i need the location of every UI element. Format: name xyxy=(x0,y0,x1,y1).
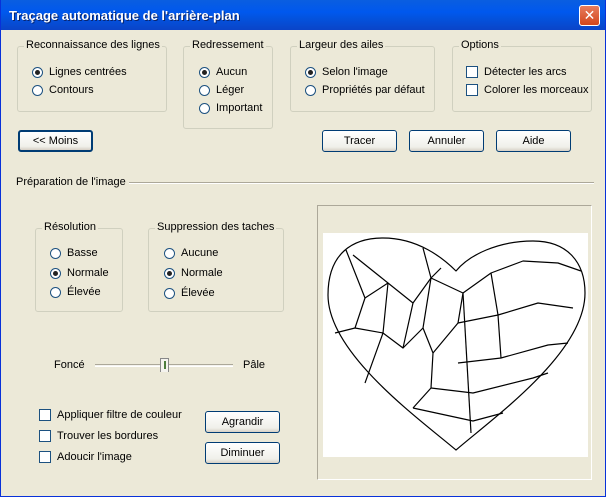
radio-indicator xyxy=(164,247,175,259)
radio-indicator xyxy=(50,267,61,279)
radio-label: Important xyxy=(216,102,263,114)
radio-spots-normal[interactable]: Normale xyxy=(164,267,223,279)
section-divider xyxy=(129,182,594,184)
checkbox-indicator xyxy=(39,430,51,442)
radio-label: Élevée xyxy=(181,287,215,299)
close-button[interactable]: ✕ xyxy=(579,5,600,26)
less-button[interactable]: << Moins xyxy=(18,130,93,152)
radio-res-high[interactable]: Élevée xyxy=(50,286,101,298)
resolution-legend: Résolution xyxy=(42,221,98,233)
preview-canvas xyxy=(323,233,588,457)
radio-indicator xyxy=(199,84,210,96)
enlarge-button[interactable]: Agrandir xyxy=(205,411,280,433)
wing-width-group: Largeur des ailes Selon l'image Propriét… xyxy=(290,39,435,112)
radio-indicator xyxy=(50,286,61,298)
darkness-slider-thumb[interactable] xyxy=(160,358,169,372)
heart-segment xyxy=(412,407,504,422)
radio-label: Basse xyxy=(67,247,98,259)
checkbox-indicator xyxy=(466,84,478,96)
checkbox-color-filter[interactable]: Appliquer filtre de couleur xyxy=(39,409,182,421)
checkbox-indicator xyxy=(39,451,51,463)
checkbox-smooth-image[interactable]: Adoucir l'image xyxy=(39,451,132,463)
resolution-group: Résolution Basse Normale Élevée xyxy=(35,221,123,312)
radio-indicator xyxy=(164,267,175,279)
heart-segment xyxy=(457,302,574,324)
heart-segment xyxy=(354,327,384,384)
recognition-group: Reconnaissance des lignes Lignes centrée… xyxy=(17,39,167,112)
heart-outline xyxy=(327,237,586,451)
radio-label: Lignes centrées xyxy=(49,66,127,78)
spot-removal-legend: Suppression des taches xyxy=(155,221,277,233)
radio-label: Aucune xyxy=(181,247,219,259)
radio-indicator xyxy=(305,66,316,78)
trace-dialog: Traçage automatique de l'arrière-plan ✕ … xyxy=(0,0,606,497)
checkbox-color-pieces[interactable]: Colorer les morceaux xyxy=(466,84,589,96)
heart-segment xyxy=(382,282,414,349)
checkbox-indicator xyxy=(466,66,478,78)
checkbox-label: Détecter les arcs xyxy=(484,66,567,78)
heart-segment xyxy=(462,292,472,434)
radio-indicator xyxy=(199,102,210,114)
radio-light[interactable]: Léger xyxy=(199,84,244,96)
checkbox-label: Appliquer filtre de couleur xyxy=(57,409,182,421)
radio-label: Selon l'image xyxy=(322,66,388,78)
heart-segment xyxy=(430,372,549,394)
radio-label: Normale xyxy=(181,267,223,279)
heart-segment xyxy=(430,267,442,279)
checkbox-label: Colorer les morceaux xyxy=(484,84,589,96)
radio-indicator xyxy=(50,247,61,259)
radio-indicator xyxy=(32,66,43,78)
recognition-legend: Reconnaissance des lignes xyxy=(24,39,162,51)
window-title: Traçage automatique de l'arrière-plan xyxy=(9,8,240,23)
radio-default-properties[interactable]: Propriétés par défaut xyxy=(305,84,425,96)
slider-max-label: Pâle xyxy=(243,359,266,371)
checkbox-find-edges[interactable]: Trouver les bordures xyxy=(39,430,158,442)
checkbox-indicator xyxy=(39,409,51,421)
radio-res-low[interactable]: Basse xyxy=(50,247,98,259)
radio-per-image[interactable]: Selon l'image xyxy=(305,66,388,78)
radio-indicator xyxy=(164,287,175,299)
spot-removal-group: Suppression des taches Aucune Normale Él… xyxy=(148,221,284,312)
heart-segment xyxy=(457,342,569,364)
cancel-button[interactable]: Annuler xyxy=(409,130,484,152)
checkbox-detect-arcs[interactable]: Détecter les arcs xyxy=(466,66,567,78)
heart-segment xyxy=(352,254,389,299)
radio-indicator xyxy=(305,84,316,96)
checkbox-label: Adoucir l'image xyxy=(57,451,132,463)
radio-label: Aucun xyxy=(216,66,248,78)
radio-res-normal[interactable]: Normale xyxy=(50,267,109,279)
title-bar[interactable]: Traçage automatique de l'arrière-plan ✕ xyxy=(1,0,605,30)
checkbox-label: Trouver les bordures xyxy=(57,430,159,442)
heart-segment xyxy=(334,249,366,334)
wing-width-legend: Largeur des ailes xyxy=(297,39,386,51)
radio-label: Normale xyxy=(67,267,109,279)
straightening-group: Redressement Aucun Léger Important xyxy=(183,39,273,129)
shrink-button[interactable]: Diminuer xyxy=(205,442,280,464)
radio-indicator xyxy=(32,84,43,96)
image-prep-section-label: Préparation de l'image xyxy=(16,176,126,188)
radio-label: Propriétés par défaut xyxy=(322,84,425,96)
trace-button[interactable]: Tracer xyxy=(322,130,397,152)
radio-indicator xyxy=(199,66,210,78)
radio-centered-lines[interactable]: Lignes centrées xyxy=(32,66,127,78)
slider-min-label: Foncé xyxy=(54,359,85,371)
radio-none[interactable]: Aucun xyxy=(199,66,247,78)
heart-segment xyxy=(462,260,582,294)
heart-preview-image xyxy=(327,237,586,451)
radio-label: Élevée xyxy=(67,286,101,298)
radio-spots-high[interactable]: Élevée xyxy=(164,287,215,299)
straightening-legend: Redressement xyxy=(190,39,266,51)
radio-spots-none[interactable]: Aucune xyxy=(164,247,218,259)
radio-contours[interactable]: Contours xyxy=(32,84,94,96)
radio-strong[interactable]: Important xyxy=(199,102,262,114)
radio-label: Léger xyxy=(216,84,245,96)
preview-frame xyxy=(317,205,592,480)
help-button[interactable]: Aide xyxy=(496,130,571,152)
heart-segment xyxy=(402,327,434,409)
heart-segment xyxy=(387,247,432,304)
options-legend: Options xyxy=(459,39,501,51)
options-group: Options Détecter les arcs Colorer les mo… xyxy=(452,39,592,112)
radio-label: Contours xyxy=(49,84,94,96)
